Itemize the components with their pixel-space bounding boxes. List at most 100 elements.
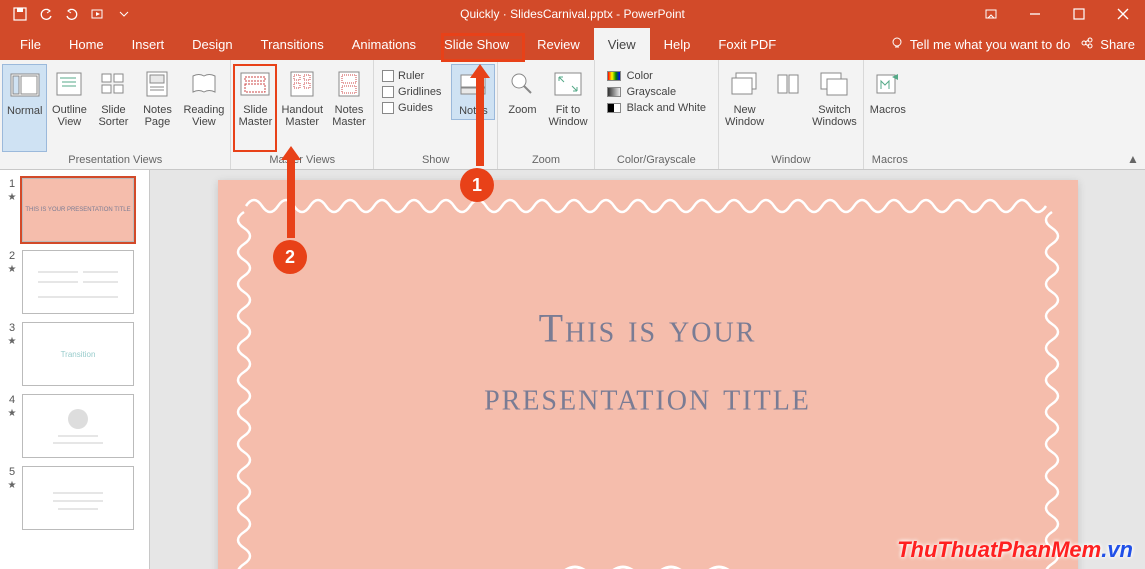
ribbon: Normal Outline View Slide Sorter Notes P… bbox=[0, 60, 1145, 170]
group-zoom: Zoom Fit to Window Zoom bbox=[498, 60, 594, 169]
reading-view-icon bbox=[188, 68, 220, 100]
group-show: Ruler Gridlines Guides Notes Show bbox=[374, 60, 498, 169]
black-white-button[interactable]: Black and White bbox=[603, 100, 710, 116]
start-from-beginning-icon[interactable] bbox=[86, 2, 110, 26]
share-label: Share bbox=[1100, 37, 1135, 52]
checkbox-icon bbox=[382, 86, 394, 98]
maximize-icon[interactable] bbox=[1057, 0, 1101, 28]
thumbnail-1[interactable]: 1★ THIS IS YOUR PRESENTATION TITLE bbox=[2, 176, 147, 248]
new-window-icon bbox=[729, 68, 761, 100]
group-presentation-views: Normal Outline View Slide Sorter Notes P… bbox=[0, 60, 231, 169]
switch-windows-icon bbox=[818, 68, 850, 100]
minimize-icon[interactable] bbox=[1013, 0, 1057, 28]
tab-view[interactable]: View bbox=[594, 28, 650, 60]
animation-star-icon: ★ bbox=[8, 192, 17, 203]
new-window-button[interactable]: New Window bbox=[721, 64, 768, 152]
group-label-show: Show bbox=[376, 152, 495, 169]
tell-me-label: Tell me what you want to do bbox=[910, 37, 1070, 52]
notes-master-icon bbox=[333, 68, 365, 100]
slide-thumbnails[interactable]: 1★ THIS IS YOUR PRESENTATION TITLE 2★ 3★… bbox=[0, 170, 150, 569]
outline-view-icon bbox=[53, 68, 85, 100]
macros-icon bbox=[872, 68, 904, 100]
ruler-checkbox[interactable]: Ruler bbox=[376, 68, 447, 84]
notes-page-button[interactable]: Notes Page bbox=[135, 64, 179, 152]
group-label-window: Window bbox=[721, 152, 861, 169]
normal-view-icon bbox=[9, 69, 41, 101]
group-color-grayscale: Color Grayscale Black and White Color/Gr… bbox=[595, 60, 719, 169]
window-controls bbox=[969, 0, 1145, 28]
group-label-macros: Macros bbox=[866, 152, 914, 169]
checkbox-icon bbox=[382, 102, 394, 114]
group-label-presentation-views: Presentation Views bbox=[2, 152, 228, 169]
switch-windows-button[interactable]: Switch Windows bbox=[808, 64, 861, 152]
tell-me-search[interactable]: Tell me what you want to do bbox=[890, 36, 1070, 53]
tab-review[interactable]: Review bbox=[523, 28, 594, 60]
group-window: New Window Switch Windows Window bbox=[719, 60, 864, 169]
gridlines-checkbox[interactable]: Gridlines bbox=[376, 84, 447, 100]
animation-star-icon: ★ bbox=[8, 480, 17, 491]
tab-insert[interactable]: Insert bbox=[118, 28, 179, 60]
save-icon[interactable] bbox=[8, 2, 32, 26]
group-label-master-views: Master Views bbox=[233, 152, 371, 169]
animation-star-icon: ★ bbox=[8, 264, 17, 275]
quick-access-toolbar bbox=[0, 2, 136, 26]
handout-master-button[interactable]: Handout Master bbox=[277, 64, 327, 152]
undo-icon[interactable] bbox=[34, 2, 58, 26]
slide-sorter-icon bbox=[97, 68, 129, 100]
guides-checkbox[interactable]: Guides bbox=[376, 100, 447, 116]
fit-window-icon bbox=[552, 68, 584, 100]
thumbnail-5[interactable]: 5★ bbox=[2, 464, 147, 536]
macros-button[interactable]: Macros bbox=[866, 64, 910, 152]
bw-swatch-icon bbox=[607, 103, 621, 113]
thumbnail-4[interactable]: 4★ bbox=[2, 392, 147, 464]
notes-master-button[interactable]: Notes Master bbox=[327, 64, 371, 152]
tab-transitions[interactable]: Transitions bbox=[247, 28, 338, 60]
tab-animations[interactable]: Animations bbox=[338, 28, 430, 60]
thumbnail-2[interactable]: 2★ bbox=[2, 248, 147, 320]
ribbon-tabs: File Home Insert Design Transitions Anim… bbox=[0, 28, 1145, 60]
animation-star-icon: ★ bbox=[8, 336, 17, 347]
slide-stage: This is your presentation title bbox=[150, 170, 1145, 569]
slide-sorter-button[interactable]: Slide Sorter bbox=[91, 64, 135, 152]
qat-dropdown-icon[interactable] bbox=[112, 2, 136, 26]
zoom-button[interactable]: Zoom bbox=[500, 64, 544, 152]
svg-text:Transition: Transition bbox=[61, 350, 96, 359]
slide-title-text[interactable]: This is your presentation title bbox=[484, 290, 811, 435]
close-icon[interactable] bbox=[1101, 0, 1145, 28]
notes-icon bbox=[457, 69, 489, 101]
animation-star-icon: ★ bbox=[8, 408, 17, 419]
group-label-color: Color/Grayscale bbox=[597, 152, 716, 169]
lightbulb-icon bbox=[890, 36, 904, 53]
collapse-ribbon-icon[interactable]: ▲ bbox=[1125, 151, 1141, 167]
tab-design[interactable]: Design bbox=[178, 28, 246, 60]
tab-foxit[interactable]: Foxit PDF bbox=[704, 28, 790, 60]
outline-view-button[interactable]: Outline View bbox=[47, 64, 91, 152]
reading-view-button[interactable]: Reading View bbox=[179, 64, 228, 152]
share-button[interactable]: Share bbox=[1080, 36, 1135, 53]
normal-view-button[interactable]: Normal bbox=[2, 64, 47, 152]
thumbnail-3[interactable]: 3★ Transition bbox=[2, 320, 147, 392]
grayscale-button[interactable]: Grayscale bbox=[603, 84, 710, 100]
slide-canvas[interactable]: This is your presentation title bbox=[218, 180, 1078, 569]
color-swatch-icon bbox=[607, 71, 621, 81]
tab-home[interactable]: Home bbox=[55, 28, 118, 60]
notes-button[interactable]: Notes bbox=[451, 64, 495, 120]
arrange-icon bbox=[772, 68, 804, 100]
redo-icon[interactable] bbox=[60, 2, 84, 26]
work-area: 1★ THIS IS YOUR PRESENTATION TITLE 2★ 3★… bbox=[0, 170, 1145, 569]
tab-help[interactable]: Help bbox=[650, 28, 705, 60]
group-macros: Macros Macros bbox=[864, 60, 916, 169]
title-bar: Quickly · SlidesCarnival.pptx - PowerPoi… bbox=[0, 0, 1145, 28]
slide-master-button[interactable]: Slide Master bbox=[233, 64, 277, 152]
arrange-all-button[interactable] bbox=[768, 64, 808, 152]
tab-file[interactable]: File bbox=[6, 28, 55, 60]
share-icon bbox=[1080, 36, 1094, 53]
fit-to-window-button[interactable]: Fit to Window bbox=[544, 64, 591, 152]
ribbon-display-icon[interactable] bbox=[969, 0, 1013, 28]
color-button[interactable]: Color bbox=[603, 68, 710, 84]
notes-page-icon bbox=[141, 68, 173, 100]
grayscale-swatch-icon bbox=[607, 87, 621, 97]
group-label-zoom: Zoom bbox=[500, 152, 591, 169]
tab-slideshow[interactable]: Slide Show bbox=[430, 28, 523, 60]
group-master-views: Slide Master Handout Master Notes Master… bbox=[231, 60, 374, 169]
